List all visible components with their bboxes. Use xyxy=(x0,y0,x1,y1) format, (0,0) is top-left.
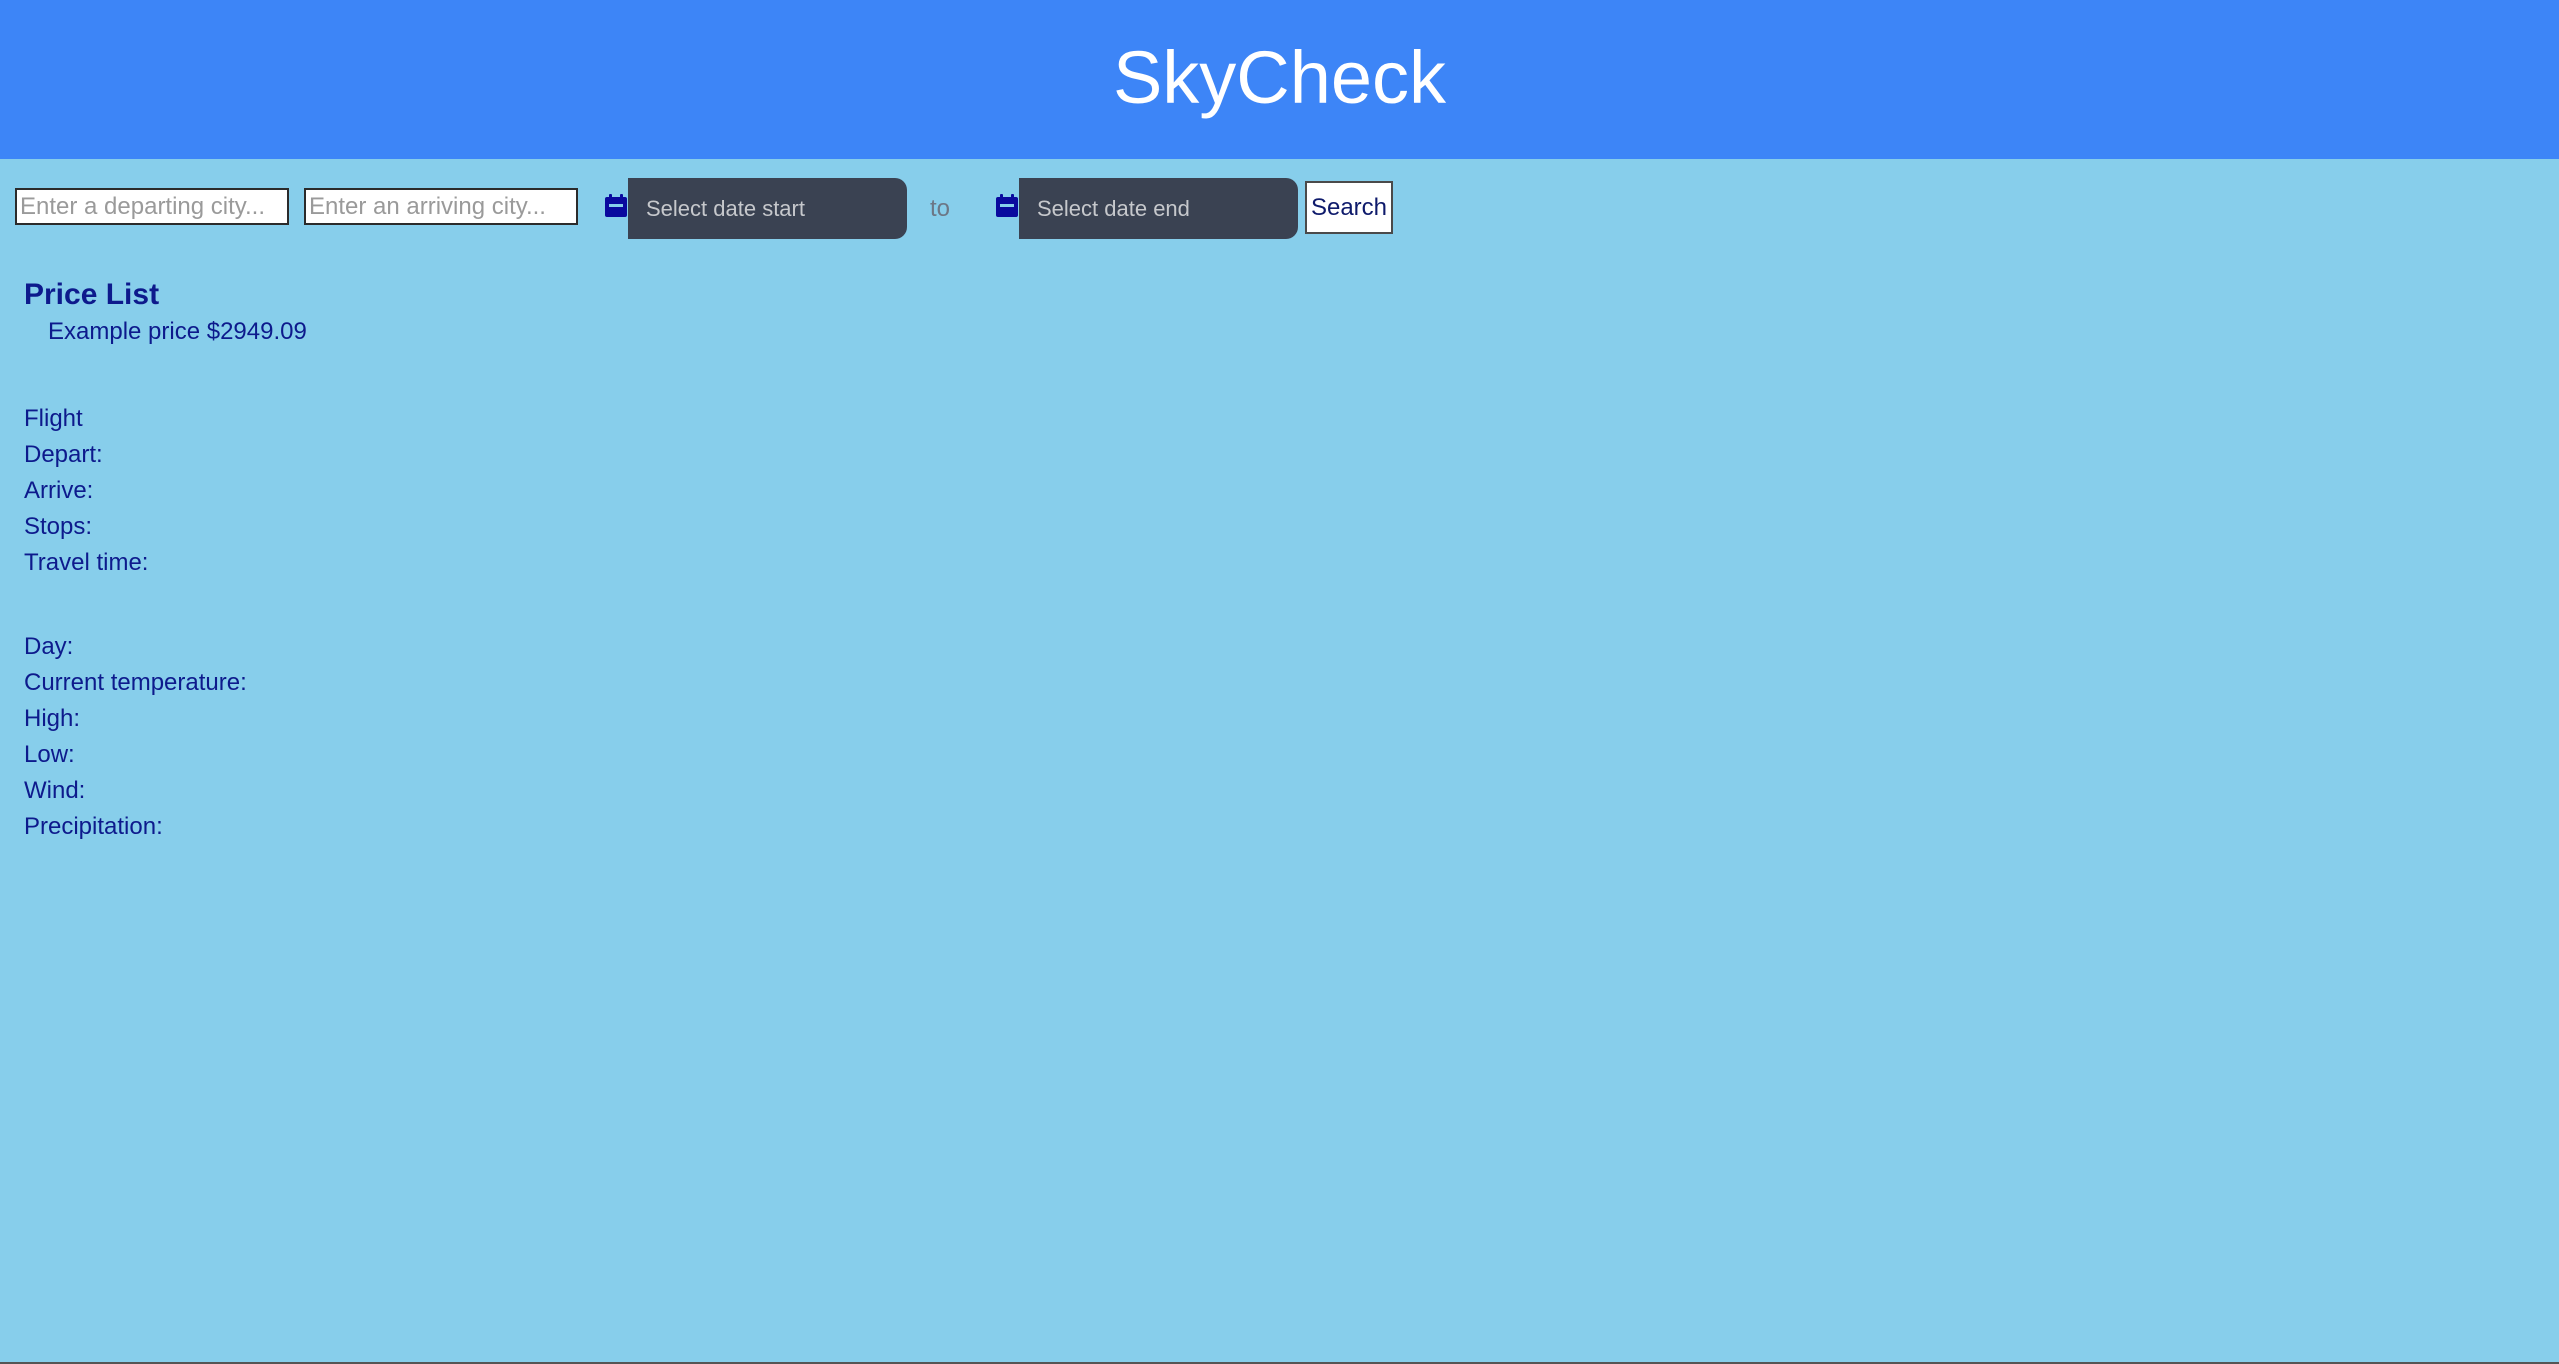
calendar-icon[interactable] xyxy=(603,193,629,219)
date-end-placeholder: Select date end xyxy=(1037,195,1190,221)
flight-travel-time: Travel time: xyxy=(24,549,149,576)
date-start-placeholder: Select date start xyxy=(646,195,805,221)
weather-info: Day: Current temperature: High: Low: Win… xyxy=(24,629,247,845)
weather-wind: Wind: xyxy=(24,777,86,804)
flight-heading: Flight xyxy=(24,405,83,432)
date-start-field[interactable]: Select date start xyxy=(628,178,907,239)
price-list-title: Price List xyxy=(24,278,160,311)
weather-low: Low: xyxy=(24,741,75,768)
weather-day: Day: xyxy=(24,633,74,660)
search-bar: Select date start to Select date end Sea… xyxy=(0,159,2559,259)
departing-city-input[interactable] xyxy=(15,188,289,225)
app-header: SkyCheck xyxy=(0,0,2559,159)
date-end-field[interactable]: Select date end xyxy=(1019,178,1298,239)
arriving-city-input[interactable] xyxy=(304,188,578,225)
weather-precipitation: Precipitation: xyxy=(24,813,163,840)
flight-info: Flight Depart: Arrive: Stops: Travel tim… xyxy=(24,401,148,581)
weather-current-temperature: Current temperature: xyxy=(24,669,247,696)
app-title: SkyCheck xyxy=(1112,36,1447,119)
price-list: Price List Example price $2949.09 xyxy=(24,276,307,350)
date-range-to-label: to xyxy=(930,195,951,222)
calendar-icon[interactable] xyxy=(994,193,1020,219)
flight-stops: Stops: xyxy=(24,513,93,540)
flight-arrive: Arrive: xyxy=(24,477,94,504)
weather-high: High: xyxy=(24,705,81,732)
flight-depart: Depart: xyxy=(24,441,103,468)
search-button[interactable]: Search xyxy=(1305,181,1393,234)
price-list-item: Example price $2949.09 xyxy=(48,318,307,345)
